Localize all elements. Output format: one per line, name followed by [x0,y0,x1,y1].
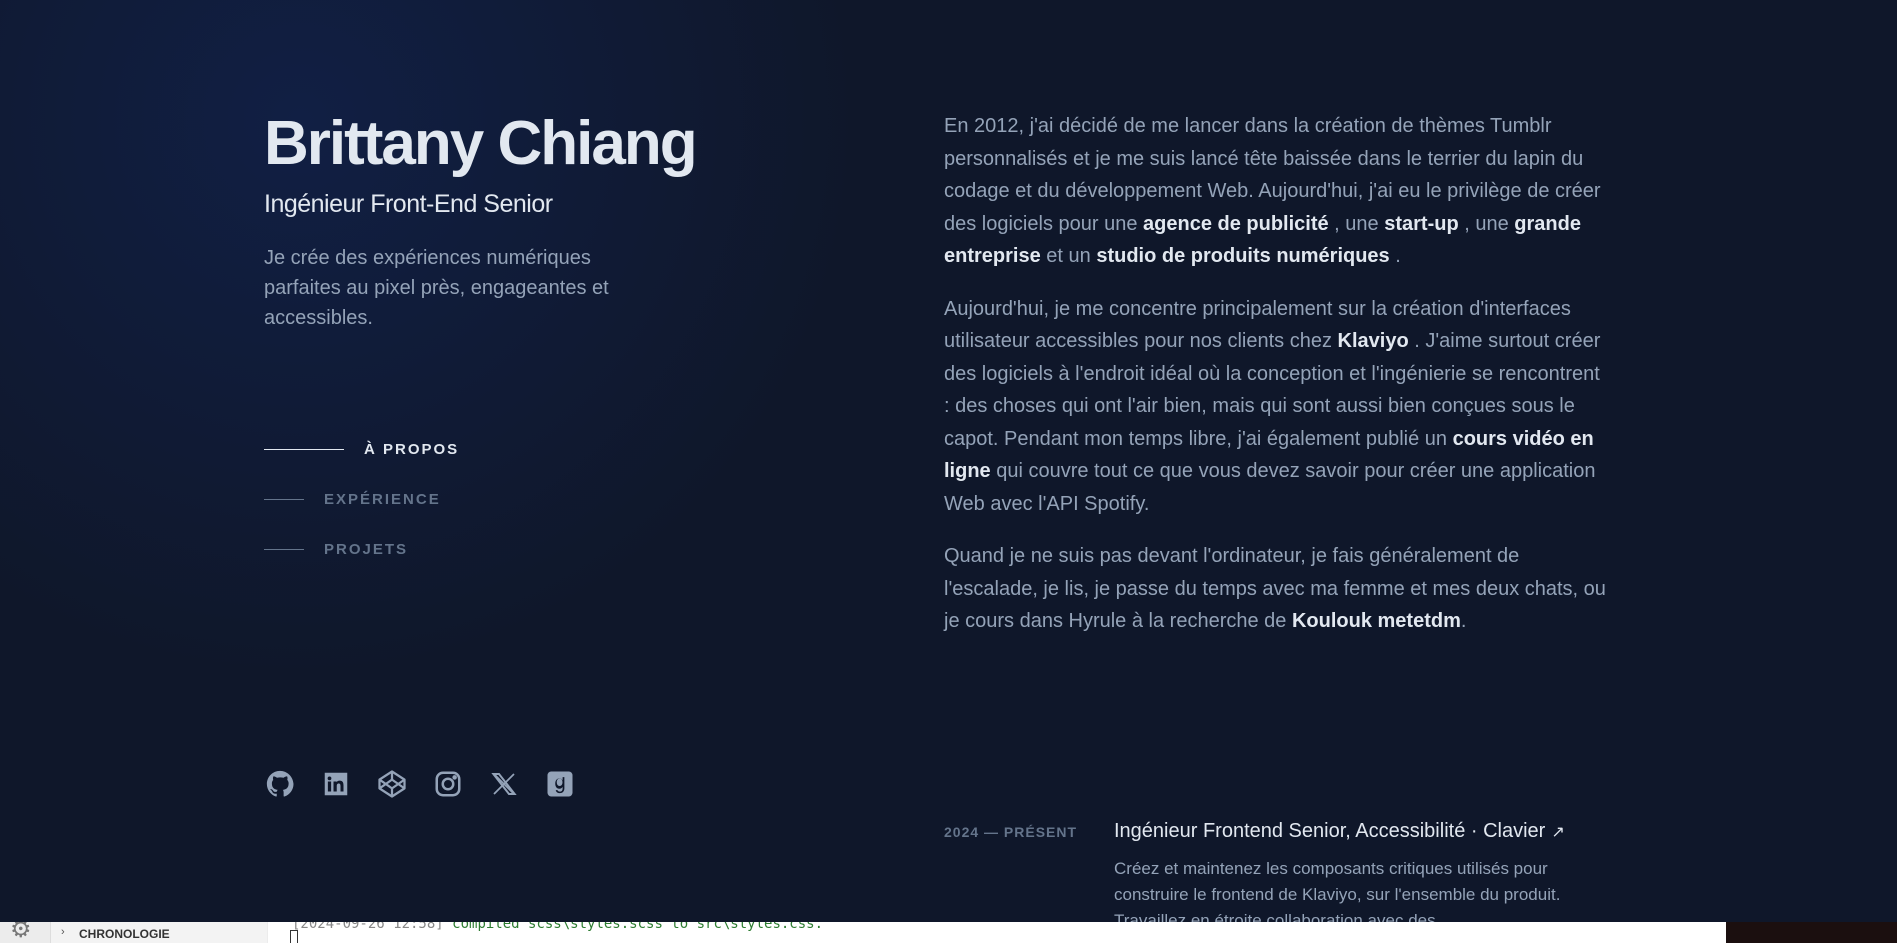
link-ad-agency[interactable]: agence de publicité [1143,213,1329,235]
experience-title: Ingénieur Frontend Senior, Accessibilité… [1114,820,1546,842]
nav-item-experience[interactable]: EXPÉRIENCE [264,474,459,524]
nav-item-about[interactable]: À PROPOS [264,424,459,474]
section-nav: À PROPOS EXPÉRIENCE PROJETS [264,424,459,574]
about-paragraph: En 2012, j'ai décidé de me lancer dans l… [944,110,1609,273]
link-start-up[interactable]: start-up [1384,213,1458,235]
about-section: En 2012, j'ai décidé de me lancer dans l… [944,110,1609,658]
header: Brittany Chiang Ingénieur Front-End Seni… [264,104,824,333]
about-text: Quand je ne suis pas devant l'ordinateur… [944,545,1606,632]
about-text: et un [1040,245,1097,267]
about-text: . [1460,610,1467,632]
link-klaviyo[interactable]: Klaviyo [1338,330,1409,352]
window-edge [1726,922,1897,943]
experience-description: Créez et maintenez les composants critiq… [1114,859,1561,922]
nav-indicator [264,448,344,450]
timeline-label: CHRONOLOGIE [79,927,170,941]
linkedin-icon[interactable] [320,768,352,800]
experience-date: 2024 — PRÉSENT [944,824,1078,840]
nav-label: À PROPOS [364,440,460,458]
terminal-output[interactable]: [2024-09-26 12:58] compiled scss\styles.… [268,922,1726,943]
chevron-right-icon: › [61,926,65,938]
link-product-studio[interactable]: studio de produits numériques [1096,245,1389,267]
about-paragraph: Aujourd'hui, je me concentre principalem… [944,293,1609,521]
gear-icon[interactable]: ⚙ [10,922,38,943]
log-timestamp: [2024-09-26 12:58] [292,922,453,932]
page-title[interactable]: Brittany Chiang [264,104,824,184]
timeline-panel-header[interactable]: › CHRONOLOGIE [50,922,267,943]
portfolio-page: Brittany Chiang Ingénieur Front-End Seni… [0,0,1897,922]
nav-item-projects[interactable]: PROJETS [264,524,459,574]
social-links [264,768,576,800]
job-title: Ingénieur Front-End Senior [264,190,553,218]
experience-title-link[interactable]: Ingénieur Frontend Senior, Accessibilité… [1114,816,1609,848]
link-koulouk[interactable]: Koulouk metetdm [1292,610,1461,632]
about-text: qui couvre tout ce que vous devez savoir… [944,460,1596,515]
tagline: Je crée des expériences numériques parfa… [264,247,609,329]
goodreads-icon[interactable] [544,768,576,800]
about-paragraph: Quand je ne suis pas devant l'ordinateur… [944,540,1609,638]
about-text: , une [1458,212,1515,235]
log-message: compiled scss\styles.scss to src\styles.… [452,922,824,932]
nav-label: EXPÉRIENCE [324,490,441,508]
terminal-log-line: [2024-09-26 12:58] compiled scss\styles.… [292,922,823,932]
editor-bottom-bar: ⚙ › CHRONOLOGIE [2024-09-26 12:58] compi… [0,922,1897,943]
x-icon[interactable] [488,768,520,800]
experience-body: Ingénieur Frontend Senior, Accessibilité… [1114,816,1609,922]
about-text: , une [1328,212,1385,235]
nav-indicator [264,548,304,550]
instagram-icon[interactable] [432,768,464,800]
nav-label: PROJETS [324,540,409,558]
arrow-up-right-icon: ↗ [1551,824,1565,841]
codepen-icon[interactable] [376,768,408,800]
about-text: . [1389,245,1401,267]
github-icon[interactable] [264,768,296,800]
nav-indicator [264,498,304,500]
